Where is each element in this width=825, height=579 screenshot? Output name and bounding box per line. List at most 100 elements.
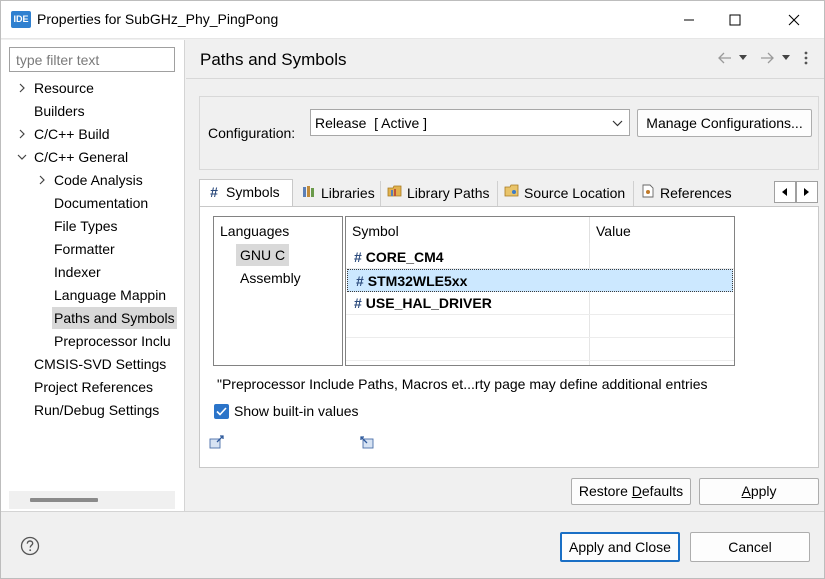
chevron-right-icon[interactable] [17, 129, 27, 139]
languages-list: Languages GNU C Assembly [213, 216, 343, 366]
cancel-button[interactable]: Cancel [690, 532, 810, 562]
minimize-icon [684, 19, 694, 21]
tab-bar: # Symbols Libraries Library Paths Source … [199, 179, 819, 208]
tree-item-label: Documentation [54, 195, 149, 211]
maximize-icon [729, 14, 741, 26]
window-title: Properties for SubGHz_Phy_PingPong [37, 11, 279, 27]
tab-label: Libraries [321, 185, 375, 201]
tab-library-paths[interactable]: Library Paths [381, 181, 498, 207]
tree-item[interactable]: Paths and Symbols [37, 307, 177, 329]
tab-libraries[interactable]: Libraries [295, 181, 381, 207]
manage-configurations-button[interactable]: Manage Configurations... [637, 109, 812, 137]
symbols-table: Symbol Value # CORE_CM4 # STM32WLE5xx # USE_H… [345, 216, 735, 366]
show-builtin-label: Show built-in values [234, 403, 359, 419]
chevron-right-icon[interactable] [37, 175, 47, 185]
tree-item-label: File Types [54, 218, 118, 234]
tree-item-label: Run/Debug Settings [34, 402, 160, 418]
tree-item[interactable]: Run/Debug Settings [17, 399, 177, 421]
tree-item[interactable]: Documentation [37, 192, 177, 214]
forward-dropdown-icon[interactable] [781, 54, 791, 62]
references-icon [640, 181, 656, 205]
tree-item[interactable]: Indexer [37, 261, 177, 283]
tab-scroll-right-button[interactable] [796, 181, 818, 203]
symbol-name: CORE_CM4 [365, 249, 444, 265]
configuration-select[interactable]: Release [ Active ] [310, 109, 630, 136]
tree-item[interactable]: Resource [17, 77, 177, 99]
folder-icon [504, 181, 520, 205]
restore-defaults-button[interactable]: Restore Defaults [571, 478, 691, 505]
tree-item[interactable]: Formatter [37, 238, 177, 260]
chevron-down-icon[interactable] [17, 152, 27, 162]
table-row[interactable]: # CORE_CM4 [346, 246, 734, 269]
forward-arrow-icon[interactable] [758, 50, 776, 66]
tree-item[interactable]: C/C++ General [17, 146, 177, 168]
tree-item[interactable]: Language Mappin [37, 284, 177, 306]
minimize-button[interactable] [666, 1, 712, 39]
column-header-value[interactable]: Value [589, 217, 734, 243]
more-options-icon[interactable] [803, 50, 809, 66]
hash-icon: # [354, 249, 362, 265]
tree-item[interactable]: Builders [17, 100, 177, 122]
tab-scroll-left-button[interactable] [774, 181, 796, 203]
import-settings-icon[interactable] [358, 434, 376, 450]
filter-input[interactable] [9, 47, 175, 72]
language-item-gnu-c[interactable]: GNU C [236, 244, 290, 266]
tree-item[interactable]: Code Analysis [37, 169, 177, 191]
triangle-left-icon [782, 188, 787, 196]
apply-text: pply [750, 483, 777, 499]
close-button[interactable] [771, 1, 817, 39]
tab-references[interactable]: References [634, 181, 756, 207]
back-arrow-icon[interactable] [716, 50, 734, 66]
column-header-symbol[interactable]: Symbol [346, 217, 589, 243]
hash-icon: # [354, 295, 362, 311]
tree-item-label: Formatter [54, 241, 115, 257]
table-row [346, 315, 734, 338]
tree-item-label: CMSIS-SVD Settings [34, 356, 167, 372]
tree-item[interactable]: File Types [37, 215, 177, 237]
app-icon: IDE [11, 11, 31, 28]
tree-item-label: Resource [34, 80, 94, 96]
table-row[interactable]: # USE_HAL_DRIVER [346, 292, 734, 315]
configuration-label: Configuration: [208, 125, 296, 141]
help-icon[interactable] [20, 536, 40, 556]
tree-item[interactable]: Project References [17, 376, 177, 398]
checkmark-icon [216, 407, 227, 416]
apply-button[interactable]: Apply [699, 478, 819, 505]
export-settings-icon[interactable] [208, 434, 226, 450]
configuration-value: Release [ Active ] [315, 115, 428, 131]
tree-item-label: C/C++ General [34, 149, 129, 165]
scrollbar-thumb[interactable] [30, 498, 98, 502]
tab-source-location[interactable]: Source Location [498, 181, 634, 207]
chevron-right-icon[interactable] [17, 83, 27, 93]
show-builtin-checkbox[interactable] [214, 404, 229, 419]
preprocessor-note: "Preprocessor Include Paths, Macros et..… [217, 376, 708, 392]
restore-defaults-text: Restore [578, 483, 632, 499]
property-tree-pane: Resource Builders C/C++ Build C/C++ General… [1, 40, 185, 511]
tab-label: Library Paths [407, 185, 490, 201]
library-paths-icon [387, 181, 403, 205]
language-item-assembly[interactable]: Assembly [236, 267, 305, 289]
apply-and-close-button[interactable]: Apply and Close [560, 532, 680, 562]
back-dropdown-icon[interactable] [738, 54, 748, 62]
symbol-name: STM32WLE5xx [367, 273, 468, 289]
tree-item-label: Code Analysis [54, 172, 143, 188]
tree-item[interactable]: CMSIS-SVD Settings [17, 353, 177, 375]
tree-item-label: Language Mappin [54, 287, 167, 303]
table-row[interactable]: # STM32WLE5xx [347, 269, 733, 292]
triangle-right-icon [804, 188, 809, 196]
tree-item-label: Project References [34, 379, 154, 395]
chevron-down-icon [612, 120, 623, 127]
restore-defaults-mnemonic: D [631, 483, 642, 499]
title-bar: IDE Properties for SubGHz_Phy_PingPong [1, 1, 824, 39]
apply-mnemonic: A [741, 483, 751, 499]
tab-symbols[interactable]: # Symbols [199, 179, 293, 208]
page-title: Paths and Symbols [200, 50, 347, 69]
table-row [346, 338, 734, 361]
tree-horizontal-scrollbar[interactable] [9, 491, 175, 509]
tree-item[interactable]: C/C++ Build [17, 123, 177, 145]
properties-page: Paths and Symbols Configuration: Release… [186, 40, 824, 511]
maximize-button[interactable] [712, 1, 758, 39]
dialog-button-bar: Apply and Close Cancel [1, 511, 824, 578]
languages-header: Languages [220, 223, 290, 239]
tree-item[interactable]: Preprocessor Inclu [37, 330, 177, 352]
